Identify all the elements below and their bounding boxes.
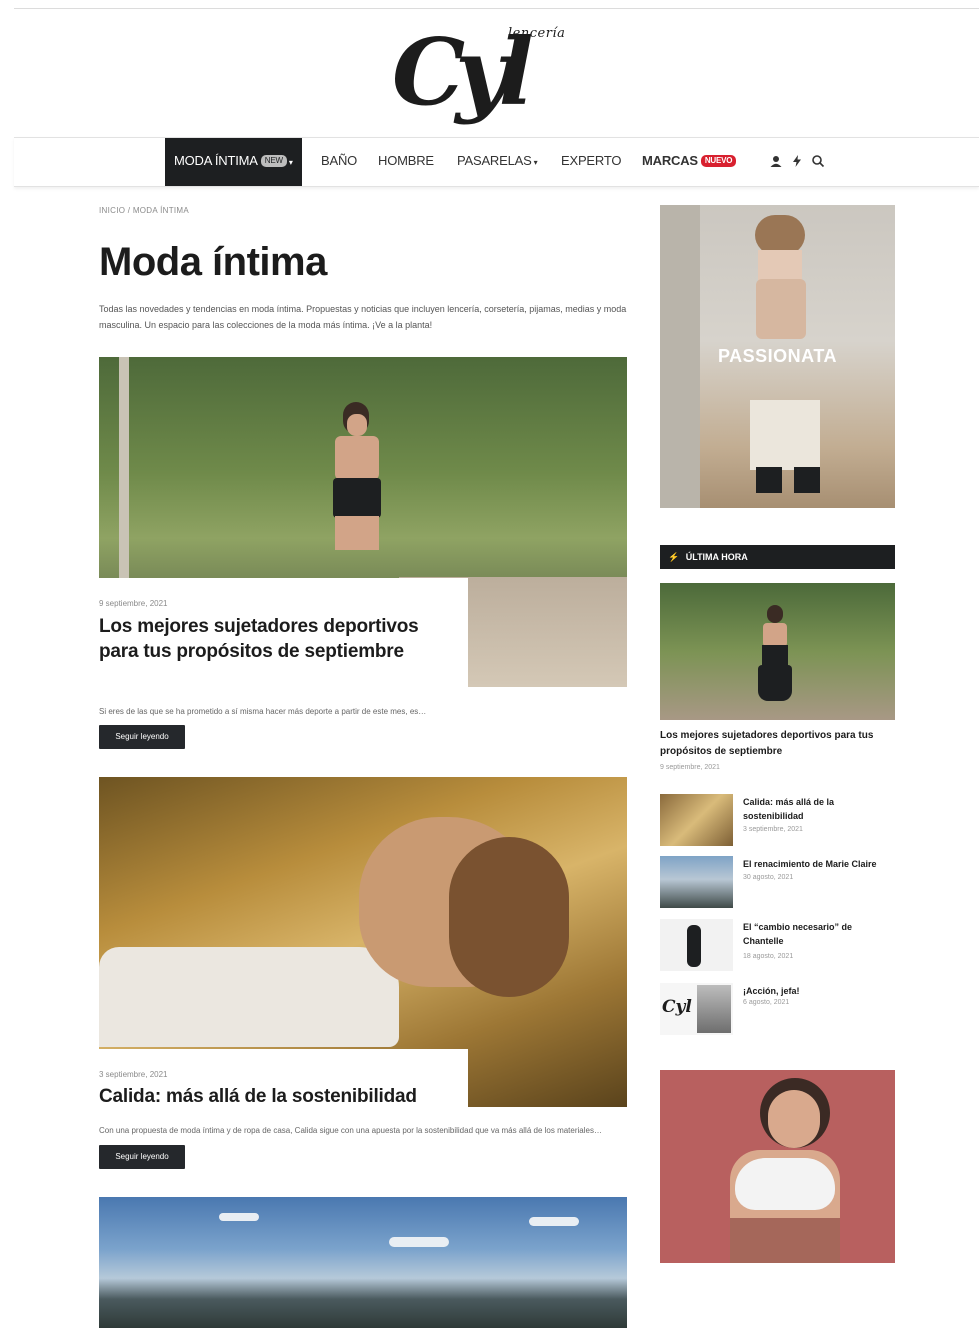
- chevron-down-icon: ▾: [288, 158, 293, 167]
- read-more-button[interactable]: Seguir leyendo: [99, 725, 185, 749]
- article-excerpt: Si eres de las que se ha prometido a sí …: [99, 707, 427, 716]
- nav-item-hombre[interactable]: HOMBRE: [378, 138, 434, 186]
- lightning-icon: ⚡: [668, 552, 680, 562]
- breadcrumb[interactable]: INICIO / MODA ÍNTIMA: [99, 206, 189, 215]
- article-date: 3 septiembre, 2021: [99, 1070, 168, 1079]
- list-item-title[interactable]: El “cambio necesario” de Chantelle: [743, 920, 883, 948]
- featured-title[interactable]: Los mejores sujetadores deportivos para …: [660, 728, 885, 760]
- lightning-icon[interactable]: [790, 154, 804, 168]
- nuevo-badge: NUEVO: [700, 155, 737, 167]
- list-item-title[interactable]: Calida: más allá de la sostenibilidad: [743, 795, 883, 823]
- new-badge: NEW: [260, 155, 287, 167]
- nav-item-pasarelas[interactable]: PASARELAS ▾: [457, 138, 538, 186]
- page-title: Moda íntima: [99, 240, 327, 284]
- user-icon[interactable]: [769, 154, 783, 168]
- article-title[interactable]: Calida: más allá de la sostenibilidad: [99, 1084, 468, 1109]
- list-item-date: 30 agosto, 2021: [743, 874, 794, 881]
- nav-item-marcas[interactable]: MARCAS NUEVO: [642, 138, 737, 186]
- list-item-date: 3 septiembre, 2021: [743, 826, 803, 833]
- logo-mini: Cyl: [662, 997, 692, 1017]
- list-item-date: 6 agosto, 2021: [743, 999, 790, 1006]
- promo-banner[interactable]: [660, 1070, 895, 1263]
- article-card: 9 septiembre, 2021 Los mejores sujetador…: [99, 578, 468, 698]
- list-thumb[interactable]: Cyl: [660, 983, 733, 1035]
- section-header: ⚡ ÚLTIMA HORA: [660, 545, 895, 569]
- nav-item-moda-intima[interactable]: MODA ÍNTIMA NEW ▾: [165, 138, 302, 186]
- list-thumb[interactable]: [660, 856, 733, 908]
- article-title[interactable]: Los mejores sujetadores deportivos para …: [99, 614, 459, 664]
- list-thumb[interactable]: [660, 794, 733, 846]
- list-item-title[interactable]: El renacimiento de Marie Claire: [743, 857, 893, 871]
- article-image[interactable]: [99, 1197, 627, 1328]
- article-excerpt: Con una propuesta de moda íntima y de ro…: [99, 1126, 602, 1135]
- search-icon[interactable]: [811, 154, 825, 168]
- promo-banner[interactable]: PASSIONATA: [660, 205, 895, 508]
- nav-item-experto[interactable]: EXPERTO: [561, 138, 621, 186]
- category-description: Todas las novedades y tendencias en moda…: [99, 304, 627, 330]
- featured-date: 9 septiembre, 2021: [660, 764, 720, 771]
- promo-brand: PASSIONATA: [717, 346, 837, 366]
- list-thumb[interactable]: [660, 919, 733, 971]
- site-logo[interactable]: lencería Cyl: [388, 22, 604, 122]
- list-item-date: 18 agosto, 2021: [743, 953, 794, 960]
- chevron-down-icon: ▾: [533, 158, 538, 167]
- nav-item-bano[interactable]: BAÑO: [321, 138, 357, 186]
- nav-label: MARCAS: [642, 153, 698, 168]
- featured-thumb[interactable]: [660, 583, 895, 720]
- article-date: 9 septiembre, 2021: [99, 599, 168, 608]
- read-more-button[interactable]: Seguir leyendo: [99, 1145, 185, 1169]
- logo-text: Cyl: [392, 18, 534, 126]
- article-card: 3 septiembre, 2021 Calida: más allá de l…: [99, 1049, 468, 1119]
- list-item-title[interactable]: ¡Acción, jefa!: [743, 984, 883, 998]
- nav-label: MODA ÍNTIMA: [174, 153, 258, 168]
- main-nav: MODA ÍNTIMA NEW ▾ BAÑO HOMBRE PASARELAS ▾ E…: [14, 137, 979, 187]
- nav-label: PASARELAS: [457, 153, 532, 168]
- top-divider: [14, 8, 979, 9]
- section-title: ÚLTIMA HORA: [685, 552, 748, 562]
